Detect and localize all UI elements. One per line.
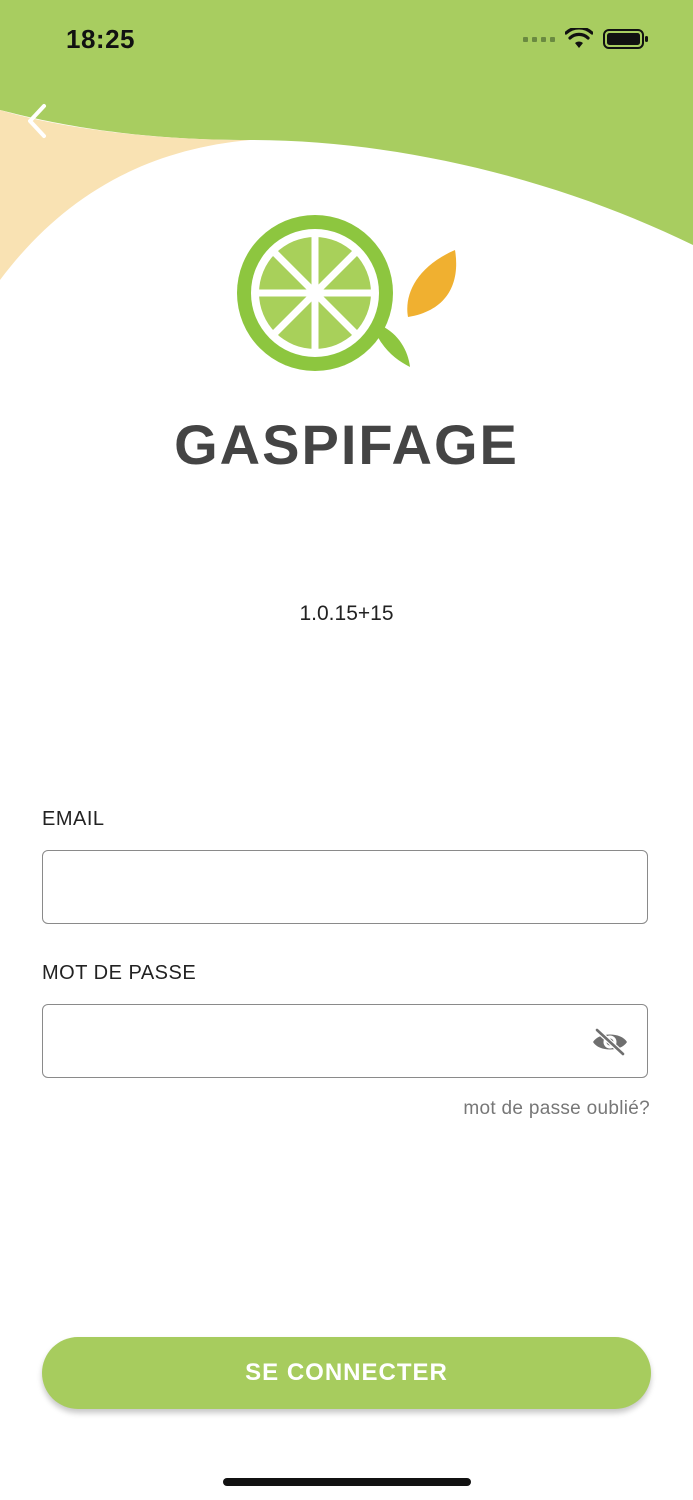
email-field[interactable] [43,851,647,923]
password-field[interactable] [43,1005,647,1077]
status-icons [523,28,649,50]
home-indicator [223,1478,471,1486]
forgot-password-link[interactable]: mot de passe oublié? [463,1098,650,1120]
status-bar: 18:25 [0,0,693,80]
signal-icon [523,36,555,42]
email-label: EMAIL [42,808,105,830]
battery-icon [603,29,648,49]
chevron-left-icon [28,104,46,138]
eye-off-icon[interactable] [591,1027,629,1057]
back-button[interactable] [20,100,56,140]
app-version: 1.0.15+15 [299,602,394,625]
password-label: MOT DE PASSE [42,962,197,984]
login-button[interactable]: SE CONNECTER [42,1337,651,1409]
email-field-container [42,850,648,924]
status-time: 18:25 [66,24,135,54]
brand-name: GASPIFAGE [174,413,519,476]
wifi-icon [565,28,593,48]
brand-logo [237,215,457,371]
password-field-container [42,1004,648,1078]
